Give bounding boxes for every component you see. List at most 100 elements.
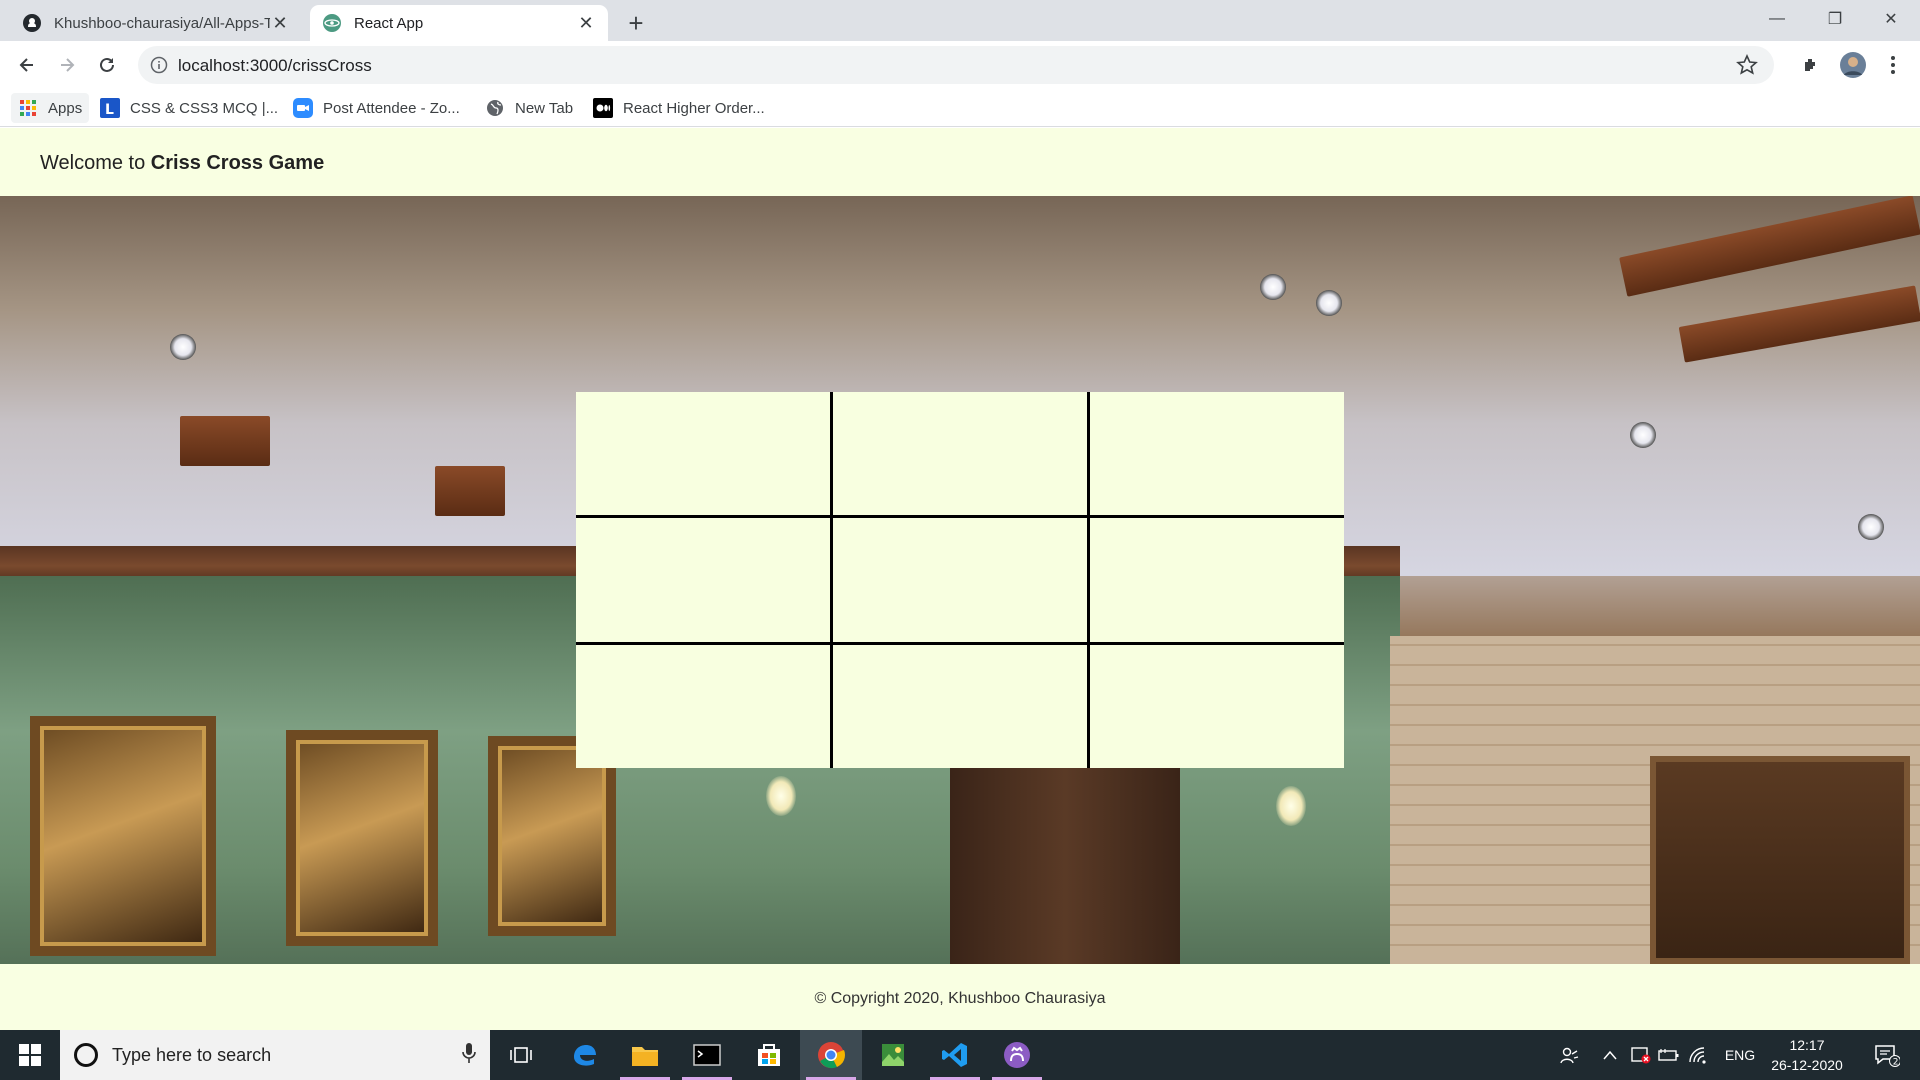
bookmark-zoom[interactable]: Post Attendee - Zo...	[293, 93, 460, 123]
tab-title: React App	[354, 14, 424, 32]
github-desktop-app[interactable]	[986, 1030, 1048, 1080]
board-cell-2[interactable]	[833, 392, 1087, 516]
bookmark-react-hoc[interactable]: React Higher Order...	[593, 93, 765, 123]
ceiling-bracket	[180, 416, 270, 466]
ceiling-spotlight	[170, 334, 196, 360]
taskbar-search-input[interactable]: Type here to search	[60, 1030, 490, 1080]
bookmark-apps[interactable]: Apps	[11, 93, 89, 123]
zoom-icon	[293, 98, 313, 118]
ceiling-spotlight	[1630, 422, 1656, 448]
globe-icon	[485, 98, 505, 118]
restore-icon[interactable]: ❐	[1806, 0, 1864, 38]
terminal-app[interactable]	[676, 1030, 738, 1080]
picture-frame	[286, 730, 438, 946]
info-icon[interactable]	[150, 56, 168, 79]
chrome-icon	[818, 1042, 845, 1069]
back-icon[interactable]	[11, 49, 43, 81]
wall-lamp	[1276, 786, 1306, 826]
minimize-icon[interactable]: —	[1748, 0, 1806, 38]
game-title: Criss Cross Game	[150, 152, 325, 174]
edge-icon	[574, 1045, 596, 1066]
reload-icon[interactable]	[91, 49, 123, 81]
bookmark-star-icon[interactable]	[1736, 54, 1758, 81]
new-tab-button[interactable]: +	[622, 8, 650, 38]
bookmark-label: Post Attendee - Zo...	[323, 99, 460, 117]
bar-shelf	[1650, 756, 1910, 964]
search-placeholder: Type here to search	[112, 1044, 272, 1065]
apps-grid-icon	[18, 98, 38, 118]
chrome-app[interactable]	[800, 1030, 862, 1080]
board-cell-7[interactable]	[576, 644, 830, 768]
tab-github[interactable]: Khushboo-chaurasiya/All-Apps-T ✕	[10, 5, 302, 41]
bookmark-new-tab[interactable]: New Tab	[485, 93, 573, 123]
chevron-up-icon[interactable]	[1598, 1030, 1622, 1080]
vscode-app[interactable]	[924, 1030, 986, 1080]
people-icon[interactable]	[1552, 1030, 1586, 1080]
close-tab-icon[interactable]: ✕	[576, 13, 596, 33]
battery-icon[interactable]	[1656, 1030, 1682, 1080]
close-window-icon[interactable]: ✕	[1862, 0, 1920, 38]
game-board	[576, 392, 1344, 768]
bookmark-css-mcq[interactable]: L CSS & CSS3 MCQ |...	[100, 93, 278, 123]
cortana-icon	[74, 1043, 98, 1067]
copyright-text: © Copyright 2020, Khushboo Chaurasiya	[814, 990, 1106, 1007]
github-icon	[22, 13, 42, 33]
board-cell-9[interactable]	[1090, 644, 1344, 768]
bookmark-label: Apps	[48, 99, 83, 117]
ceiling-spotlight	[1858, 514, 1884, 540]
edge-app[interactable]	[553, 1030, 615, 1080]
tab-react-app[interactable]: React App ✕	[310, 5, 608, 41]
bookmarks-bar: Apps L CSS & CSS3 MCQ |... Post Attendee…	[0, 89, 1920, 127]
board-cell-6[interactable]	[1090, 518, 1344, 642]
ceiling-spotlight	[1260, 274, 1286, 300]
bookmark-label: New Tab	[515, 99, 574, 117]
notifications-button[interactable]: 2	[1862, 1030, 1912, 1080]
close-tab-icon[interactable]: ✕	[270, 13, 290, 33]
tab-strip: Khushboo-chaurasiya/All-Apps-T ✕ React A…	[0, 0, 1920, 41]
vscode-icon	[942, 1043, 967, 1067]
board-cell-8[interactable]	[833, 644, 1087, 768]
wifi-icon[interactable]	[1684, 1030, 1712, 1080]
store-app[interactable]	[738, 1030, 800, 1080]
clock-time: 12:17	[1789, 1037, 1825, 1053]
security-icon[interactable]	[1628, 1030, 1654, 1080]
start-button[interactable]	[0, 1030, 60, 1080]
taskbar: Type here to search ENG 12:17 26-12-2020…	[0, 1030, 1920, 1080]
app-footer: © Copyright 2020, Khushboo Chaurasiya	[0, 964, 1920, 1030]
board-cell-1[interactable]	[576, 392, 830, 516]
browser-toolbar: localhost:3000/crissCross	[0, 41, 1920, 89]
photo-editor-icon	[882, 1044, 904, 1066]
wall-lamp	[766, 776, 796, 816]
ceiling-bracket	[435, 466, 505, 516]
browser-menu-icon[interactable]	[1878, 50, 1908, 80]
file-explorer-app[interactable]	[614, 1030, 676, 1080]
notification-count: 2	[1893, 1057, 1899, 1067]
page-title: Welcome to Criss Cross Game	[40, 152, 324, 175]
notification-icon: 2	[1875, 1045, 1900, 1067]
microphone-icon[interactable]	[462, 1042, 476, 1069]
github-desktop-icon	[1004, 1042, 1030, 1068]
terminal-icon	[693, 1044, 721, 1066]
profile-avatar[interactable]	[1838, 50, 1868, 80]
extensions-icon[interactable]	[1796, 50, 1826, 80]
board-cell-3[interactable]	[1090, 392, 1344, 516]
system-clock[interactable]: 12:17 26-12-2020	[1764, 1035, 1850, 1075]
task-view-button[interactable]	[490, 1030, 552, 1080]
medium-icon	[593, 98, 613, 118]
language-indicator[interactable]: ENG	[1720, 1030, 1760, 1080]
board-cell-5[interactable]	[833, 518, 1087, 642]
address-bar[interactable]: localhost:3000/crissCross	[138, 46, 1774, 84]
folder-icon	[632, 1047, 658, 1066]
windows-icon	[19, 1044, 41, 1066]
forward-icon[interactable]	[51, 49, 83, 81]
welcome-prefix: Welcome to	[40, 152, 151, 174]
board-cell-4[interactable]	[576, 518, 830, 642]
react-icon	[322, 13, 342, 33]
svg-text:L: L	[105, 102, 114, 118]
photo-app[interactable]	[862, 1030, 924, 1080]
store-icon	[758, 1044, 780, 1066]
bookmark-label: React Higher Order...	[623, 99, 765, 117]
tab-title: Khushboo-chaurasiya/All-Apps-T	[54, 14, 270, 32]
l-logo-icon: L	[100, 98, 120, 118]
url-text: localhost:3000/crissCross	[178, 56, 372, 75]
